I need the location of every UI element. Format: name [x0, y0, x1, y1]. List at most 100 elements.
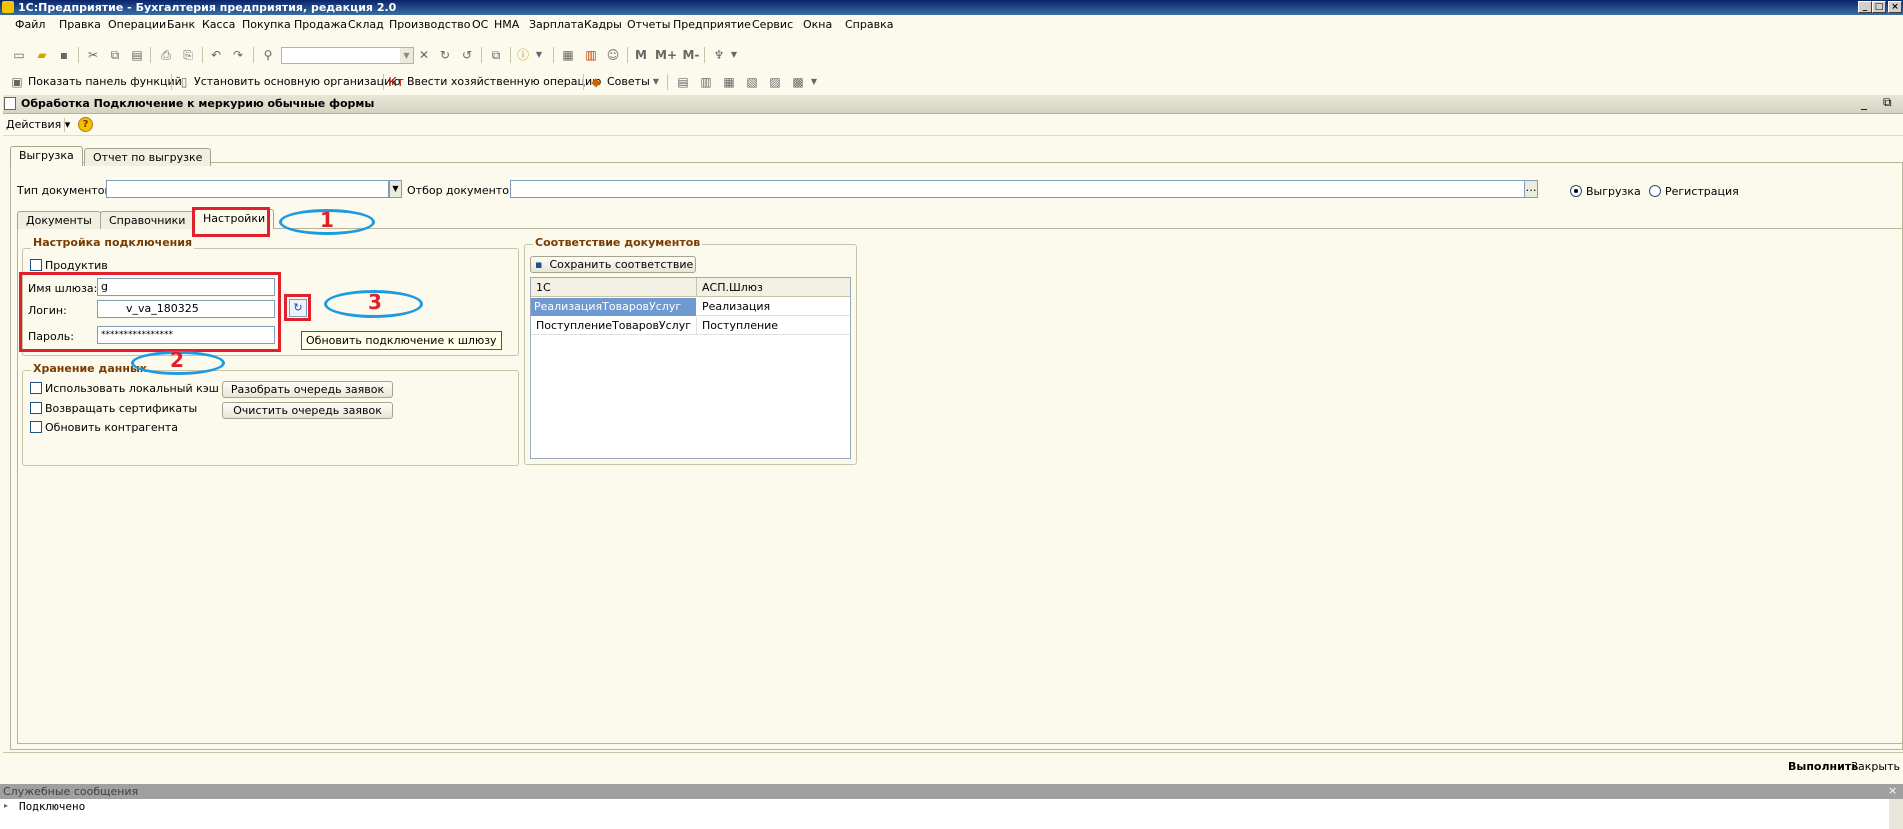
- menu-service[interactable]: Сервис: [752, 18, 793, 31]
- table-cell[interactable]: ПоступлениеТоваровУслуг: [533, 319, 691, 332]
- find-icon[interactable]: ⚲: [260, 47, 276, 63]
- messages-close-icon[interactable]: ×: [1888, 784, 1897, 797]
- report-icon[interactable]: ▥: [698, 74, 714, 90]
- actions-label: Действия: [6, 118, 62, 131]
- maximize-button[interactable]: □: [1872, 1, 1886, 13]
- doc-type-dropdown-icon[interactable]: ▼: [389, 180, 402, 198]
- column-1c[interactable]: 1С: [533, 281, 551, 294]
- menu-sale[interactable]: Продажа: [294, 18, 347, 31]
- help-icon[interactable]: ?: [78, 117, 93, 132]
- doc-filter-select-button[interactable]: …: [1524, 180, 1538, 198]
- annotation-number-3: 3: [368, 290, 382, 314]
- menu-file[interactable]: Файл: [15, 18, 45, 31]
- memory-minus-icon[interactable]: M-: [680, 47, 702, 63]
- search-combobox[interactable]: ▼: [281, 47, 414, 64]
- execute-button[interactable]: Выполнить: [1788, 760, 1858, 773]
- column-asp-gateway[interactable]: АСП.Шлюз: [699, 281, 763, 294]
- menu-cash[interactable]: Касса: [202, 18, 235, 31]
- table-row[interactable]: РеализацияТоваровУслуг Реализация: [531, 298, 850, 316]
- menu-salary[interactable]: Зарплата: [529, 18, 584, 31]
- actions-menu[interactable]: Действия ▾: [6, 118, 70, 131]
- toolbar-separator: [481, 47, 482, 63]
- save-icon: ▪: [535, 258, 543, 271]
- memory-plus-icon[interactable]: M+: [655, 47, 677, 63]
- production-checkbox[interactable]: [30, 259, 42, 271]
- table-cell[interactable]: Реализация: [699, 300, 770, 313]
- doc-filter-label: Отбор документов:: [407, 184, 520, 197]
- doc-type-field[interactable]: [106, 180, 389, 198]
- chevron-down-icon[interactable]: ▼: [400, 48, 413, 63]
- tab-documents[interactable]: Документы: [17, 211, 101, 229]
- close-button[interactable]: Закрыть: [1851, 760, 1900, 773]
- print-preview-icon[interactable]: ⎘: [180, 47, 196, 63]
- menu-production[interactable]: Производство: [389, 18, 470, 31]
- dropdown-arrow-icon[interactable]: ▼: [806, 74, 822, 90]
- journal-icon[interactable]: ▤: [675, 74, 691, 90]
- find-next-icon[interactable]: ↻: [437, 47, 453, 63]
- tab-catalogs[interactable]: Справочники: [100, 211, 195, 229]
- contractors-icon[interactable]: ▦: [721, 74, 737, 90]
- tab-unload-report[interactable]: Отчет по выгрузке: [84, 148, 212, 166]
- minimize-button[interactable]: _: [1858, 1, 1872, 13]
- tab-unload[interactable]: Выгрузка: [10, 146, 83, 166]
- menu-enterprise[interactable]: Предприятие: [673, 18, 751, 31]
- set-organization-button[interactable]: Установить основную организацию: [194, 75, 401, 88]
- menu-nma[interactable]: НМА: [494, 18, 519, 31]
- menu-windows[interactable]: Окна: [803, 18, 832, 31]
- annotation-box-credentials: [19, 272, 281, 352]
- dropdown-arrow-icon[interactable]: ▼: [531, 47, 547, 63]
- menu-edit[interactable]: Правка: [59, 18, 101, 31]
- messages-scrollbar[interactable]: [1889, 799, 1903, 829]
- radio-registration[interactable]: [1649, 185, 1661, 197]
- menu-os[interactable]: ОС: [472, 18, 488, 31]
- update-contractor-checkbox[interactable]: [30, 421, 42, 433]
- copy-icon[interactable]: ⧉: [107, 47, 123, 63]
- menu-hr[interactable]: Кадры: [584, 18, 622, 31]
- more-icon[interactable]: ▩: [790, 74, 806, 90]
- dropdown-arrow-icon[interactable]: ▼: [726, 47, 742, 63]
- form-minimize-button[interactable]: _: [1861, 96, 1867, 110]
- menu-operations[interactable]: Операции: [108, 18, 166, 31]
- menu-help[interactable]: Справка: [845, 18, 893, 31]
- save-mapping-button[interactable]: ▪ Сохранить соответствие: [530, 256, 696, 273]
- enter-operation-button[interactable]: Ввести хозяйственную операцию: [407, 75, 601, 88]
- paste-icon[interactable]: ▤: [129, 47, 145, 63]
- open-folder-icon[interactable]: ▰: [34, 47, 50, 63]
- new-document-icon[interactable]: ▭: [11, 47, 27, 63]
- memory-icon[interactable]: M: [633, 47, 649, 63]
- close-window-button[interactable]: ×: [1888, 1, 1902, 13]
- windows-icon[interactable]: ⧉: [488, 47, 504, 63]
- form-restore-button[interactable]: ⧉: [1883, 95, 1892, 110]
- cut-icon[interactable]: ✂: [85, 47, 101, 63]
- clear-queue-button[interactable]: Очистить очередь заявок: [222, 402, 393, 419]
- radio-unload[interactable]: [1570, 185, 1582, 197]
- doc-filter-field[interactable]: [510, 180, 1525, 198]
- operation-icon: Кт: [388, 75, 404, 89]
- show-panel-button[interactable]: Показать панель функций: [28, 75, 182, 88]
- info-icon[interactable]: ⓘ: [515, 47, 531, 63]
- tools-icon[interactable]: ♆: [711, 47, 727, 63]
- calculator-icon[interactable]: ▦: [560, 47, 576, 63]
- menu-purchase[interactable]: Покупка: [242, 18, 291, 31]
- goods-icon[interactable]: ▨: [767, 74, 783, 90]
- tips-button[interactable]: Советы: [607, 75, 650, 88]
- save-icon[interactable]: ▪: [56, 47, 72, 63]
- print-icon[interactable]: ⎙: [158, 47, 174, 63]
- menu-bank[interactable]: Банк: [167, 18, 195, 31]
- clear-search-icon[interactable]: ✕: [416, 47, 432, 63]
- table-row[interactable]: ПоступлениеТоваровУслуг Поступление: [531, 317, 850, 335]
- return-certs-checkbox[interactable]: [30, 402, 42, 414]
- users-icon[interactable]: ☺: [605, 47, 621, 63]
- menu-warehouse[interactable]: Склад: [348, 18, 384, 31]
- table-cell[interactable]: РеализацияТоваровУслуг: [531, 298, 696, 316]
- undo-icon[interactable]: ↶: [208, 47, 224, 63]
- parse-queue-button[interactable]: Разобрать очередь заявок: [222, 381, 393, 398]
- dropdown-arrow-icon[interactable]: ▼: [648, 74, 664, 90]
- menu-reports[interactable]: Отчеты: [627, 18, 670, 31]
- find-prev-icon[interactable]: ↺: [459, 47, 475, 63]
- redo-icon[interactable]: ↷: [230, 47, 246, 63]
- employees-icon[interactable]: ▧: [744, 74, 760, 90]
- local-cache-checkbox[interactable]: [30, 382, 42, 394]
- calendar-icon[interactable]: ▥: [583, 47, 599, 63]
- table-cell[interactable]: Поступление: [699, 319, 778, 332]
